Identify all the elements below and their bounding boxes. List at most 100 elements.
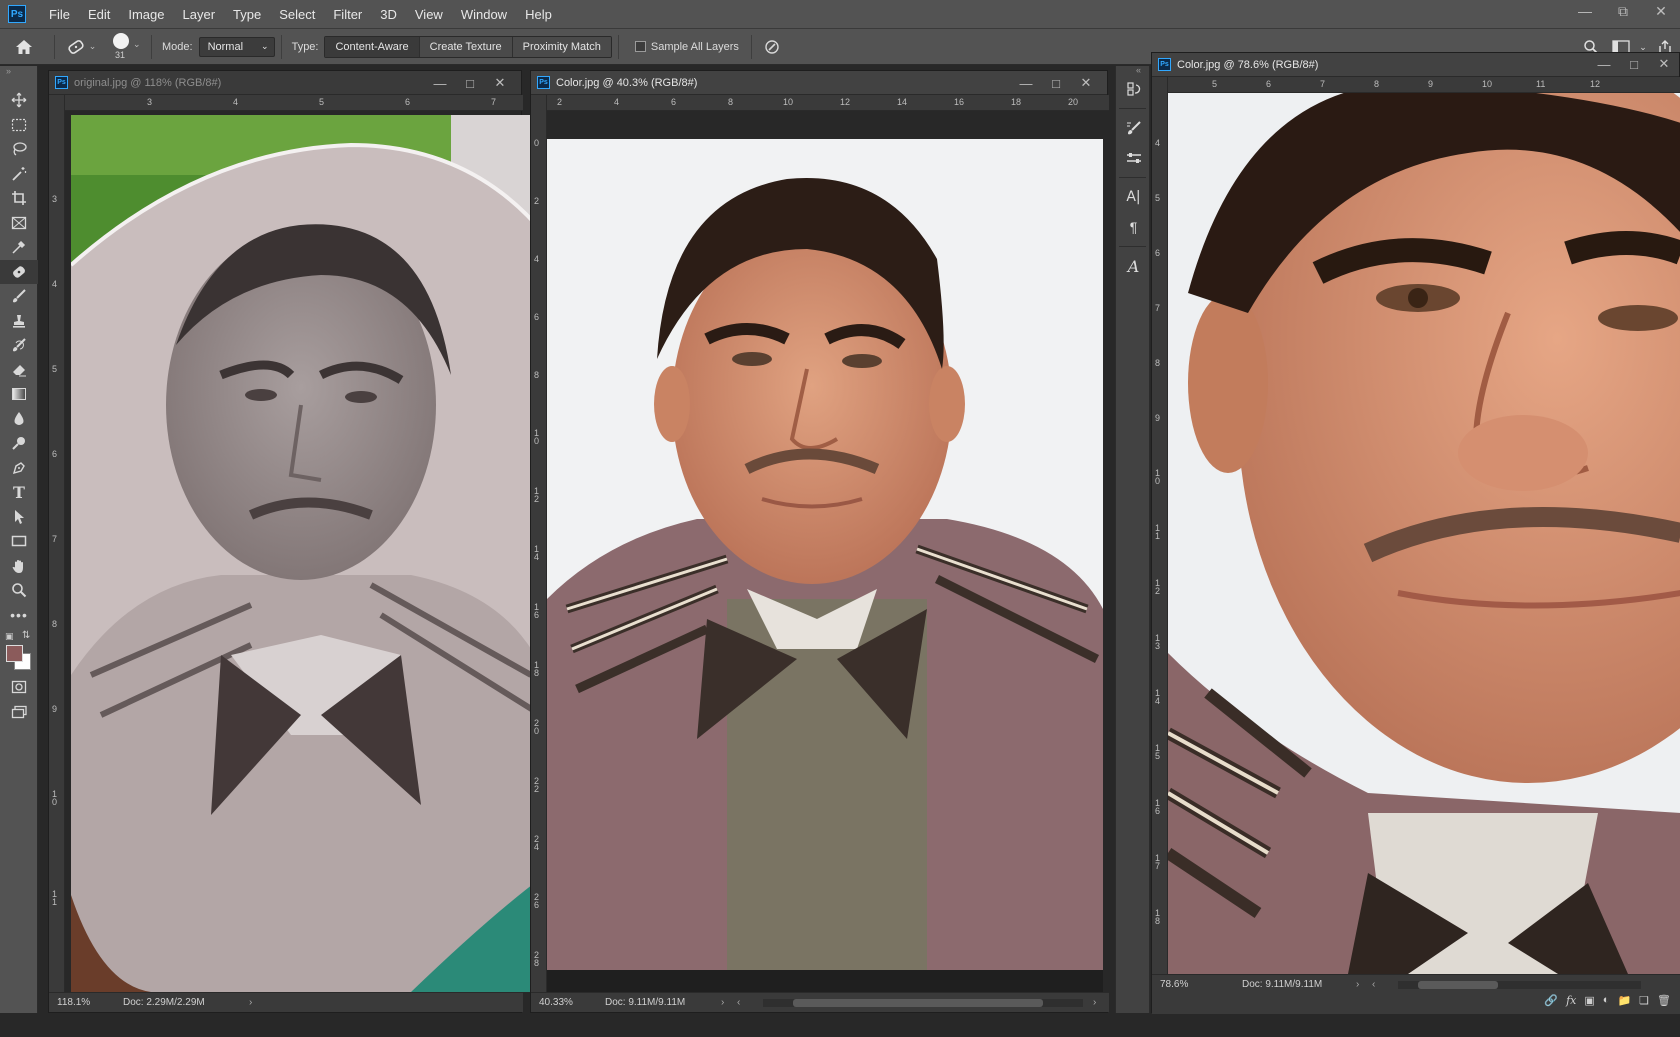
glyphs-panel-icon[interactable]: A: [1116, 251, 1151, 281]
zoom-level[interactable]: 118.1%: [49, 997, 109, 1008]
path-select-icon[interactable]: [0, 505, 38, 530]
fx-icon[interactable]: fx: [1566, 994, 1576, 1007]
stamp-icon[interactable]: [0, 309, 38, 334]
brush-settings-icon[interactable]: [1116, 113, 1151, 143]
minimize-icon[interactable]: —: [1566, 0, 1604, 22]
screen-mode-icon[interactable]: [0, 700, 38, 725]
default-colors-icon[interactable]: ▣: [5, 631, 14, 642]
quick-mask-icon[interactable]: [0, 675, 38, 700]
zoom-level[interactable]: 78.6%: [1152, 979, 1228, 990]
scrollbar-thumb[interactable]: [1418, 980, 1498, 989]
horizontal-ruler[interactable]: 3 4 5 6 7: [65, 95, 523, 111]
eraser-icon[interactable]: [0, 358, 38, 383]
adjustment-layer-icon[interactable]: ◐: [1603, 994, 1610, 1007]
canvas-color-zoomed[interactable]: [1168, 93, 1680, 974]
canvas-color-photo-area[interactable]: [547, 139, 1103, 970]
maximize-icon[interactable]: □: [455, 76, 485, 91]
proximity-match-button[interactable]: Proximity Match: [512, 36, 611, 57]
home-button[interactable]: [0, 29, 48, 65]
brush-icon[interactable]: [0, 284, 38, 309]
menu-view[interactable]: View: [406, 0, 452, 29]
horizontal-scrollbar[interactable]: [763, 998, 1083, 1007]
content-aware-button[interactable]: Content-Aware: [325, 36, 420, 57]
brush-preset-picker[interactable]: 31 ⌄: [101, 29, 145, 65]
close-icon[interactable]: ✕: [1649, 56, 1679, 72]
horizontal-scrollbar[interactable]: [1398, 980, 1641, 989]
canvas-original-photo[interactable]: [71, 115, 545, 992]
foreground-color-swatch[interactable]: [6, 645, 23, 662]
horizontal-ruler[interactable]: 5 6 7 8 9 10 11 12: [1168, 77, 1680, 93]
maximize-icon[interactable]: □: [1619, 57, 1649, 72]
menu-select[interactable]: Select: [270, 0, 324, 29]
maximize-icon[interactable]: □: [1041, 76, 1071, 91]
pressure-icon[interactable]: [758, 39, 786, 55]
magic-wand-icon[interactable]: [0, 162, 38, 187]
minimize-icon[interactable]: —: [1589, 57, 1619, 72]
panel-grip-icon[interactable]: «: [1116, 66, 1149, 75]
lasso-icon[interactable]: [0, 137, 38, 162]
menu-3d[interactable]: 3D: [371, 0, 406, 29]
vertical-ruler[interactable]: 3 4 5 6 7 8 9 1 0 1 1: [49, 95, 65, 992]
dodge-icon[interactable]: [0, 431, 38, 456]
group-folder-icon[interactable]: 📁: [1617, 994, 1631, 1007]
move-icon[interactable]: [0, 88, 38, 113]
crop-icon[interactable]: [0, 186, 38, 211]
new-layer-icon[interactable]: ❏: [1639, 994, 1649, 1007]
more-icon[interactable]: •••: [0, 603, 38, 628]
chevron-right-icon[interactable]: ›: [1356, 979, 1372, 990]
menu-edit[interactable]: Edit: [79, 0, 119, 29]
menu-filter[interactable]: Filter: [324, 0, 371, 29]
history-brush-icon[interactable]: [0, 333, 38, 358]
close-icon[interactable]: ✕: [1642, 0, 1680, 22]
menu-layer[interactable]: Layer: [174, 0, 225, 29]
chevron-down-icon[interactable]: ⌄: [1636, 42, 1650, 53]
menu-type[interactable]: Type: [224, 0, 270, 29]
close-icon[interactable]: ✕: [485, 75, 515, 91]
marquee-icon[interactable]: [0, 113, 38, 138]
chevron-right-icon[interactable]: ›: [721, 997, 737, 1008]
menu-image[interactable]: Image: [119, 0, 173, 29]
pen-icon[interactable]: [0, 456, 38, 481]
type-icon[interactable]: T: [0, 480, 38, 505]
sample-all-layers-checkbox[interactable]: [634, 41, 646, 52]
menu-file[interactable]: File: [40, 0, 79, 29]
scrollbar-thumb[interactable]: [793, 998, 1043, 1007]
ruler-tick: 5: [319, 97, 325, 107]
frame-icon[interactable]: [0, 211, 38, 236]
chevron-right-icon[interactable]: ›: [1093, 997, 1109, 1008]
close-icon[interactable]: ✕: [1071, 75, 1101, 91]
zoom-icon[interactable]: [0, 578, 38, 603]
panel-grip-icon[interactable]: »: [0, 66, 37, 78]
vertical-ruler[interactable]: 0 2 4 6 8 1 0 1 2 1 4 1 6 1 8 2 0 2 2 2 …: [531, 95, 547, 992]
history-panel-icon[interactable]: [1116, 74, 1151, 104]
rectangle-icon[interactable]: [0, 529, 38, 554]
document-titlebar[interactable]: Ps original.jpg @ 118% (RGB/8#) — □ ✕: [49, 71, 521, 95]
swap-colors-icon[interactable]: ⇅: [22, 630, 30, 641]
paragraph-panel-icon[interactable]: ¶: [1116, 212, 1151, 242]
document-titlebar[interactable]: Ps Color.jpg @ 40.3% (RGB/8#) — □ ✕: [531, 71, 1107, 95]
eyedropper-icon[interactable]: [0, 235, 38, 260]
chevron-left-icon[interactable]: ‹: [1372, 979, 1388, 990]
vertical-ruler[interactable]: 4 5 6 7 8 9 1 0 1 1 1 2 1 3 1 4 1 5 1 6 …: [1152, 77, 1168, 974]
link-layers-icon[interactable]: 🔗: [1544, 994, 1558, 1007]
tool-preset-picker[interactable]: ⌄: [61, 39, 101, 55]
minimize-icon[interactable]: —: [1011, 76, 1041, 91]
chevron-right-icon[interactable]: ›: [249, 997, 265, 1008]
restore-icon[interactable]: ⧉: [1604, 0, 1642, 22]
blur-icon[interactable]: [0, 407, 38, 432]
healing-brush-icon[interactable]: [0, 259, 38, 284]
create-texture-button[interactable]: Create Texture: [419, 36, 513, 57]
hand-icon[interactable]: [0, 554, 38, 579]
mode-select[interactable]: Normal ⌄: [198, 36, 275, 57]
adjustments-icon[interactable]: [1116, 143, 1151, 173]
horizontal-ruler[interactable]: 2 4 6 8 10 12 14 16 18 20: [547, 95, 1109, 111]
menu-window[interactable]: Window: [452, 0, 516, 29]
character-panel-icon[interactable]: A|: [1116, 182, 1151, 212]
gradient-icon[interactable]: [0, 382, 38, 407]
minimize-icon[interactable]: —: [425, 76, 455, 91]
layer-mask-icon[interactable]: ▣: [1584, 994, 1594, 1007]
trash-icon[interactable]: 🗑: [1657, 994, 1671, 1007]
menu-help[interactable]: Help: [516, 0, 561, 29]
chevron-left-icon[interactable]: ‹: [737, 997, 753, 1008]
zoom-level[interactable]: 40.33%: [531, 997, 591, 1008]
